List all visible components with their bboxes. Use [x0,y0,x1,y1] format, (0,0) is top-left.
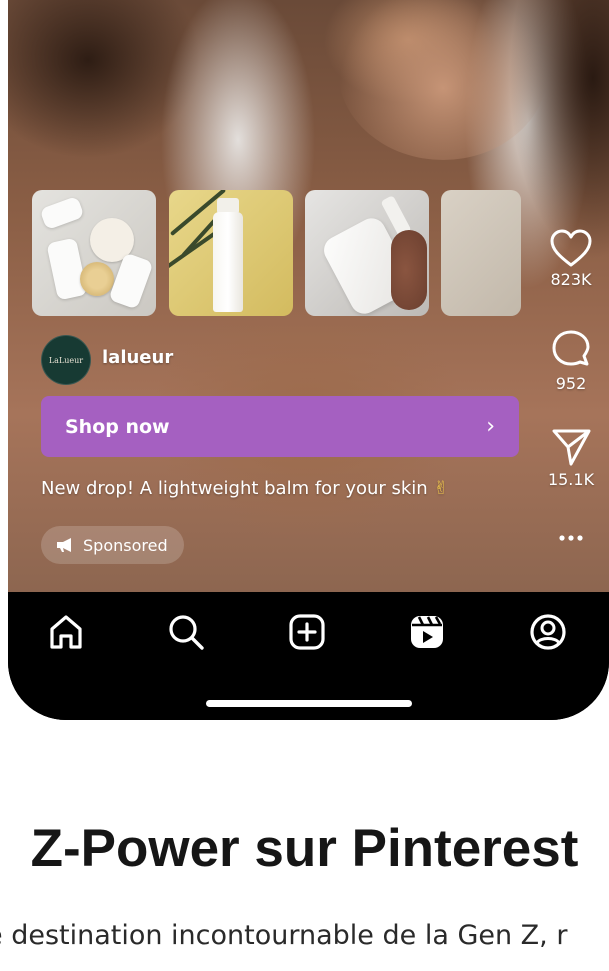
caption-emoji: ✌ [433,478,449,499]
product-box [39,195,85,231]
product-thumbnail-2[interactable] [169,190,293,316]
bottom-nav-bar [8,592,609,720]
send-icon[interactable] [549,426,593,468]
like-count: 823K [550,270,592,289]
share-count: 15.1K [547,470,595,489]
avatar[interactable]: LaLueur [41,335,91,385]
reels-icon[interactable] [407,612,447,652]
avatar-logo-text: LaLueur [48,355,84,365]
post-background-photo: LaLueur lalueur Shop now › New drop! A l… [8,0,609,592]
shop-now-button[interactable]: Shop now › [41,396,519,457]
home-icon[interactable] [46,612,86,652]
like-action[interactable]: 823K [538,228,604,289]
product-thumbnail-4[interactable] [441,190,521,316]
product-bottle [46,237,88,301]
sponsored-badge: Sponsored [41,526,184,564]
megaphone-icon [57,538,71,552]
more-action[interactable] [538,528,604,548]
chevron-right-icon: › [486,414,495,439]
product-jar-gold [80,262,114,296]
product-thumbnail-1[interactable] [32,190,156,316]
more-icon[interactable] [549,528,593,548]
product-tube [213,212,243,312]
heart-icon[interactable] [549,228,593,268]
page-headline: Z-Power sur Pinterest [30,819,579,878]
post-caption: New drop! A lightweight balm for your sk… [41,478,449,499]
caption-text: New drop! A lightweight balm for your sk… [41,478,428,499]
plus-square-icon[interactable] [287,612,327,652]
home-indicator [206,700,412,707]
hair-region [509,0,609,260]
phone-mockup: LaLueur lalueur Shop now › New drop! A l… [8,0,609,720]
search-icon[interactable] [166,612,206,652]
shop-now-label: Shop now [65,415,170,438]
sponsored-label: Sponsored [83,535,168,555]
comment-action[interactable]: 952 [538,328,604,393]
profile-icon[interactable] [528,612,568,652]
product-thumbnail-3[interactable] [305,190,429,316]
page-subtitle: e destination incontournable de la Gen Z… [0,920,568,951]
username[interactable]: lalueur [102,347,173,368]
comment-count: 952 [555,374,587,393]
hand-holding-product [391,230,427,310]
share-action[interactable]: 15.1K [538,426,604,489]
comment-icon[interactable] [549,328,593,372]
